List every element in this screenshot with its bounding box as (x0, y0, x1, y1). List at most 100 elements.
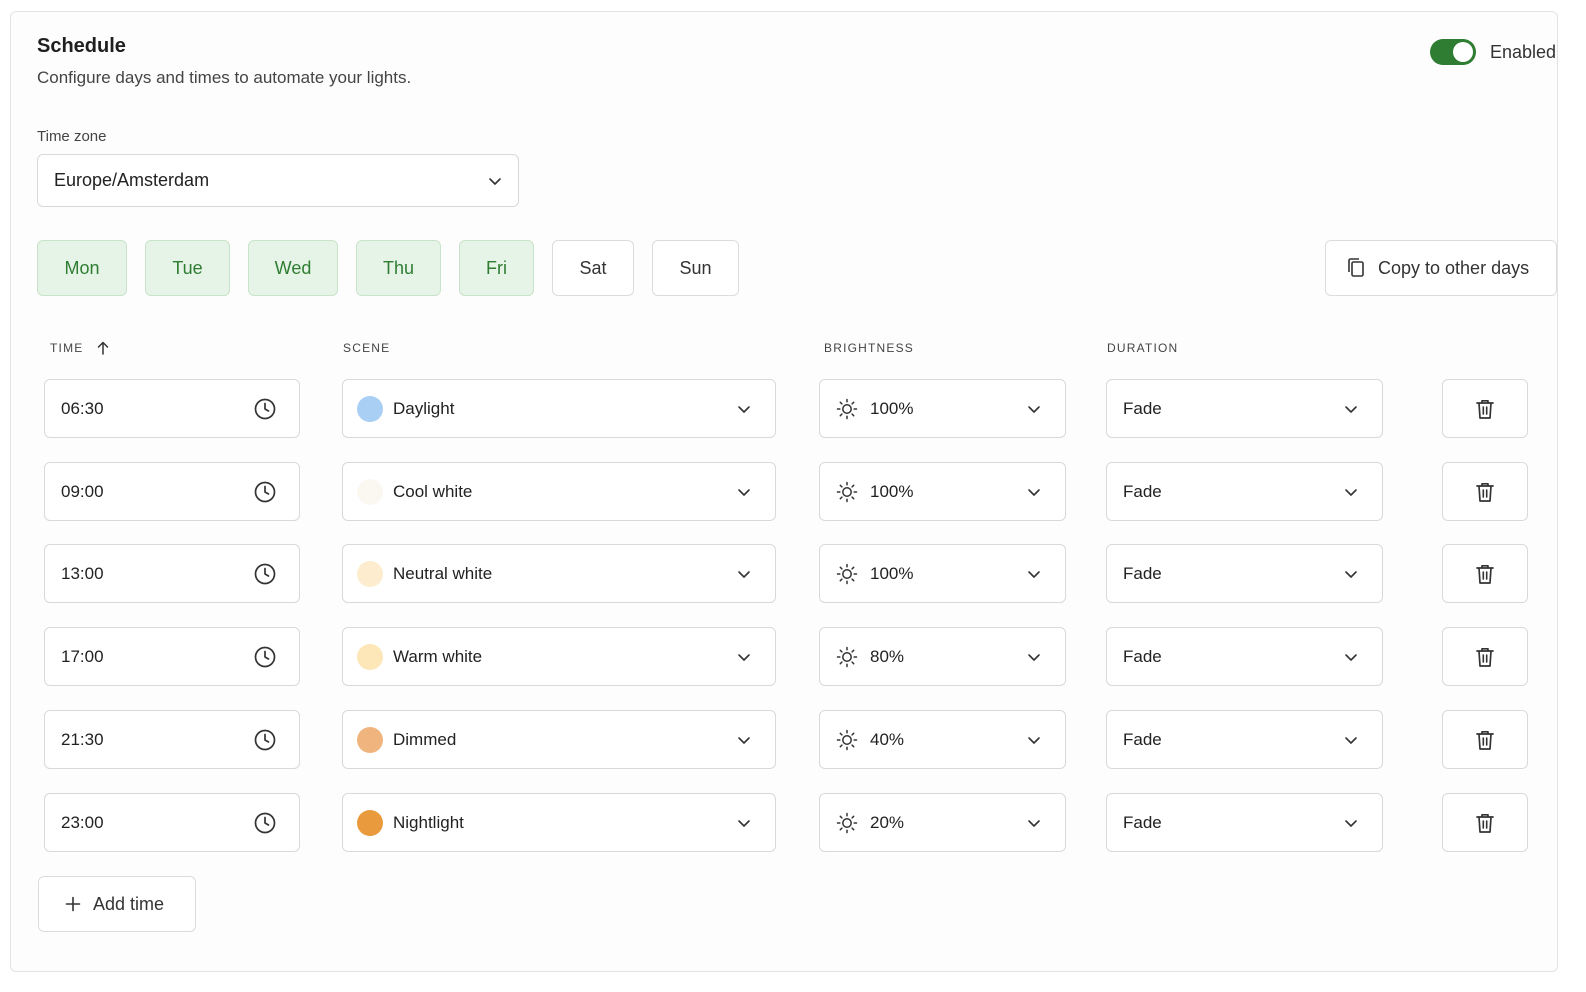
column-header-brightness: BRIGHTNESS (824, 341, 915, 355)
chevron-down-icon (737, 733, 751, 747)
brightness-select[interactable]: 100% (819, 462, 1066, 521)
chevron-down-icon (1027, 567, 1041, 581)
day-label: Sun (679, 257, 712, 278)
delete-row-button[interactable] (1442, 793, 1528, 852)
time-input[interactable]: 21:30 (44, 710, 300, 769)
day-sun[interactable]: Sun (652, 240, 739, 296)
time-value: 09:00 (61, 481, 104, 501)
brightness-select[interactable]: 100% (819, 544, 1066, 603)
chevron-down-icon (737, 567, 751, 581)
day-label: Tue (172, 257, 203, 278)
clock-icon (253, 562, 277, 586)
sun-icon (836, 812, 858, 834)
scene-color-swatch (357, 643, 383, 670)
chevron-down-icon (1344, 650, 1358, 664)
duration-select[interactable]: Fade (1106, 544, 1383, 603)
timezone-value: Europe/Amsterdam (54, 170, 210, 190)
timezone-label: Time zone (37, 128, 107, 145)
duration-value: Fade (1123, 563, 1162, 583)
plus-icon (65, 896, 81, 912)
delete-row-button[interactable] (1442, 710, 1528, 769)
duration-value: Fade (1123, 398, 1162, 418)
copy-to-other-days-button[interactable]: Copy to other days (1325, 240, 1557, 296)
brightness-value: 100% (870, 398, 914, 418)
brightness-select[interactable]: 20% (819, 793, 1066, 852)
time-input[interactable]: 09:00 (44, 462, 300, 521)
duration-select[interactable]: Fade (1106, 627, 1383, 686)
page-title: Schedule (37, 35, 126, 57)
scene-color-swatch (357, 809, 383, 836)
scene-select[interactable]: Warm white (342, 627, 776, 686)
trash-icon (1475, 729, 1495, 751)
scene-select[interactable]: Neutral white (342, 544, 776, 603)
time-input[interactable]: 17:00 (44, 627, 300, 686)
clock-icon (253, 811, 277, 835)
trash-icon (1475, 563, 1495, 585)
time-value: 23:00 (61, 812, 104, 832)
delete-row-button[interactable] (1442, 544, 1528, 603)
scene-select[interactable]: Daylight (342, 379, 776, 438)
chevron-down-icon (1027, 402, 1041, 416)
scene-value: Dimmed (393, 729, 457, 749)
brightness-value: 40% (870, 729, 905, 749)
column-header-duration: DURATION (1107, 341, 1179, 355)
day-label: Thu (382, 257, 415, 278)
time-value: 17:00 (61, 646, 104, 666)
day-wed[interactable]: Wed (248, 240, 338, 296)
chevron-down-icon (1027, 733, 1041, 747)
scene-value: Cool white (393, 481, 473, 501)
page-subtitle: Configure days and times to automate you… (37, 68, 412, 87)
clock-icon (253, 397, 277, 421)
duration-value: Fade (1123, 812, 1162, 832)
time-input[interactable]: 23:00 (44, 793, 300, 852)
scene-color-swatch (357, 395, 383, 422)
sun-icon (836, 481, 858, 503)
add-time-button[interactable]: Add time (38, 876, 196, 932)
scene-color-swatch (357, 560, 383, 587)
delete-row-button[interactable] (1442, 462, 1528, 521)
copy-button-label: Copy to other days (1378, 257, 1530, 278)
duration-select[interactable]: Fade (1106, 710, 1383, 769)
copy-icon (1346, 257, 1366, 279)
column-header-time[interactable]: TIME (50, 341, 109, 355)
day-tue[interactable]: Tue (145, 240, 230, 296)
duration-select[interactable]: Fade (1106, 379, 1383, 438)
scene-select[interactable]: Cool white (342, 462, 776, 521)
chevron-down-icon (1027, 650, 1041, 664)
sun-icon (836, 398, 858, 420)
scene-select[interactable]: Dimmed (342, 710, 776, 769)
duration-select[interactable]: Fade (1106, 793, 1383, 852)
scene-color-swatch (357, 478, 383, 505)
trash-icon (1475, 812, 1495, 834)
chevron-down-icon (1344, 733, 1358, 747)
day-sat[interactable]: Sat (552, 240, 634, 296)
brightness-select[interactable]: 100% (819, 379, 1066, 438)
day-mon[interactable]: Mon (37, 240, 127, 296)
trash-icon (1475, 646, 1495, 668)
delete-row-button[interactable] (1442, 627, 1528, 686)
chevron-down-icon (737, 402, 751, 416)
day-thu[interactable]: Thu (356, 240, 441, 296)
time-value: 21:30 (61, 729, 104, 749)
duration-select[interactable]: Fade (1106, 462, 1383, 521)
brightness-select[interactable]: 80% (819, 627, 1066, 686)
enabled-toggle-group: Enabled (1429, 39, 1556, 65)
timezone-select[interactable]: Europe/Amsterdam (37, 154, 519, 207)
enabled-toggle[interactable] (1429, 39, 1476, 65)
scene-select[interactable]: Nightlight (342, 793, 776, 852)
trash-icon (1475, 398, 1495, 420)
brightness-value: 20% (870, 812, 905, 832)
time-input[interactable]: 06:30 (44, 379, 300, 438)
duration-value: Fade (1123, 729, 1162, 749)
brightness-select[interactable]: 40% (819, 710, 1066, 769)
clock-icon (253, 480, 277, 504)
day-label: Wed (274, 257, 312, 278)
time-input[interactable]: 13:00 (44, 544, 300, 603)
delete-row-button[interactable] (1442, 379, 1528, 438)
chevron-down-icon (737, 485, 751, 499)
trash-icon (1475, 481, 1495, 503)
chevron-down-icon (737, 650, 751, 664)
day-fri[interactable]: Fri (459, 240, 534, 296)
brightness-value: 100% (870, 563, 914, 583)
clock-icon (253, 728, 277, 752)
